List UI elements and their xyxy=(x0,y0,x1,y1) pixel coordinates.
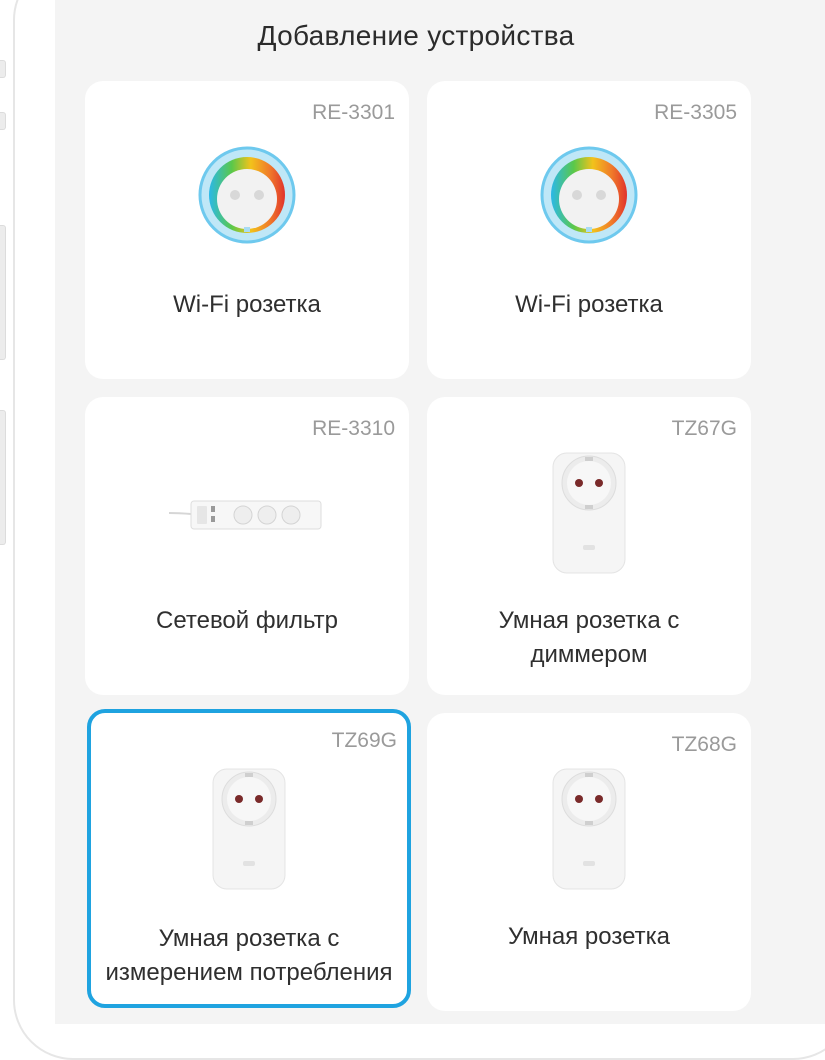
smart-plug-icon xyxy=(549,447,629,577)
round-wifi-socket-icon xyxy=(539,145,639,245)
device-name-line1: Умная розетка с xyxy=(498,607,680,634)
device-name: Wi-Fi розетка xyxy=(427,288,751,322)
device-card-tz69g[interactable]: TZ69G Умная розетка с измерением потребл… xyxy=(87,709,411,1008)
device-name-line1: Умная розетка xyxy=(507,923,670,950)
device-card-tz68g[interactable]: TZ68G Умная розетка xyxy=(427,713,751,1011)
device-model: RE-3301 xyxy=(312,101,395,124)
volume-up-button xyxy=(0,225,6,360)
device-model: TZ68G xyxy=(671,733,737,756)
screen: Добавление устройства RE-3301 Wi-Fi розе… xyxy=(55,0,825,1024)
device-name: Wi-Fi розетка xyxy=(85,288,409,322)
device-card-re-3310[interactable]: RE-3310 Сетевой фильтр xyxy=(85,397,409,695)
device-model: TZ69G xyxy=(331,729,397,752)
device-name-line2: измерением потребления xyxy=(105,959,393,986)
volume-down-button xyxy=(0,410,6,545)
smart-plug-icon xyxy=(549,763,629,893)
device-card-tz67g[interactable]: TZ67G Умная розетка с диммером xyxy=(427,397,751,695)
device-name-line1: Сетевой фильтр xyxy=(156,607,338,634)
side-button xyxy=(0,60,6,78)
page-title: Добавление устройства xyxy=(257,20,575,51)
round-wifi-socket-icon xyxy=(197,145,297,245)
device-name-line1: Wi-Fi розетка xyxy=(173,291,321,318)
device-name: Умная розетка с диммером xyxy=(427,604,751,672)
device-name: Сетевой фильтр xyxy=(85,604,409,638)
device-model: RE-3310 xyxy=(312,417,395,440)
device-card-re-3305[interactable]: RE-3305 Wi-Fi розетка xyxy=(427,81,751,379)
power-strip-icon xyxy=(167,495,327,535)
device-model: TZ67G xyxy=(671,417,737,440)
device-name-line2: диммером xyxy=(530,641,648,668)
device-card-re-3301[interactable]: RE-3301 Wi-Fi розетка xyxy=(85,81,409,379)
device-name: Умная розетка с измерением потребления xyxy=(91,922,407,990)
device-model: RE-3305 xyxy=(654,101,737,124)
device-name-line1: Wi-Fi розетка xyxy=(515,291,663,318)
side-button xyxy=(0,112,6,130)
device-name: Умная розетка xyxy=(427,920,751,954)
device-name-line1: Умная розетка с xyxy=(158,925,340,952)
smart-plug-icon xyxy=(209,763,289,893)
